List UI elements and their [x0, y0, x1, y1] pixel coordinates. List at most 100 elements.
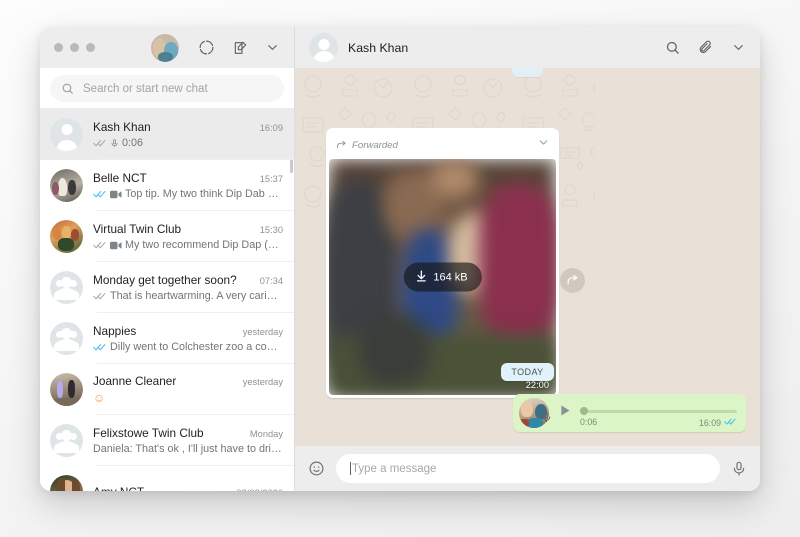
mic-icon[interactable]: [731, 461, 747, 477]
chat-name: Kash Khan: [93, 120, 151, 134]
chat-time: 15:37: [259, 174, 283, 184]
video-icon: [110, 190, 122, 199]
chat-time: 15:30: [259, 225, 283, 235]
chat-title: Kash Khan: [348, 40, 409, 55]
chat-panel: Kash Khan Forwarded 164 kB 22:00 TODAY 0…: [295, 27, 760, 491]
progress-bar: [580, 410, 737, 413]
avatar: [50, 220, 83, 253]
avatar: [50, 475, 83, 491]
chat-time: 08/03/2020: [230, 488, 283, 492]
mic-icon: [110, 138, 119, 149]
text-cursor: [350, 462, 351, 475]
message-menu-chevron-down-icon[interactable]: [537, 136, 550, 154]
mic-icon: [541, 411, 552, 429]
date-divider-label: TODAY: [501, 363, 554, 381]
contact-avatar[interactable]: [309, 33, 338, 62]
chat-time: yesterday: [242, 377, 283, 387]
image-message-bubble[interactable]: Forwarded 164 kB 22:00: [326, 128, 559, 398]
message-placeholder: Type a message: [352, 462, 437, 475]
chat-preview: That is heartwarming. A very caring ...: [110, 290, 283, 302]
chat-preview-emoji: ☺: [93, 391, 106, 405]
message-input[interactable]: Type a message: [336, 454, 720, 483]
read-ticks-icon: [93, 138, 107, 148]
avatar: [50, 373, 83, 406]
chat-preview: My two recommend Dip Dap (Ce...: [125, 239, 283, 251]
chat-name: Nappies: [93, 324, 137, 338]
chat-name: Monday get together soon?: [93, 273, 237, 287]
previous-date-divider: [295, 68, 760, 77]
chat-list-item-monday-get-together[interactable]: Monday get together soon? 07:34 That is …: [40, 262, 294, 313]
voice-progress-track[interactable]: 0:06 16:09: [580, 404, 737, 428]
avatar: [50, 424, 83, 457]
read-ticks-icon: [93, 291, 107, 301]
whatsapp-window: Search or start new chat Kash Khan 16:09: [40, 27, 760, 491]
sidebar-menu-chevron-down-icon[interactable]: [265, 40, 280, 55]
status-ring-icon[interactable]: [198, 39, 215, 56]
search-icon: [61, 82, 74, 95]
chat-name: Belle NCT: [93, 171, 147, 185]
chat-name: Amy NCT: [93, 485, 144, 492]
profile-avatar[interactable]: [151, 33, 179, 62]
search-input[interactable]: Search or start new chat: [50, 75, 284, 102]
avatar: [50, 169, 83, 202]
forwarded-header: Forwarded: [329, 131, 556, 159]
chat-list-item-virtual-twin-club[interactable]: Virtual Twin Club 15:30 My two recommend…: [40, 211, 294, 262]
download-size-label: 164 kB: [433, 271, 468, 283]
paperclip-icon[interactable]: [698, 40, 713, 55]
chat-preview: Top tip. My two think Dip Dab on ...: [125, 188, 283, 200]
chat-list-item-belle-nct[interactable]: Belle NCT 15:37 Top tip. My two think Di…: [40, 160, 294, 211]
search-placeholder: Search or start new chat: [83, 82, 208, 95]
page-root: Search or start new chat Kash Khan 16:09: [0, 0, 800, 537]
chat-time: Monday: [249, 429, 283, 439]
maximize-button[interactable]: [86, 43, 95, 52]
window-traffic-lights[interactable]: [54, 43, 95, 52]
read-ticks-icon: [93, 240, 107, 250]
new-chat-icon[interactable]: [232, 40, 248, 56]
date-divider-today: TODAY: [295, 363, 760, 381]
chat-header: Kash Khan: [295, 27, 760, 68]
avatar: [50, 271, 83, 304]
chat-time: 16:09: [259, 123, 283, 133]
chat-list-item-nappies[interactable]: Nappies yesterday Dilly went to Colchest…: [40, 313, 294, 364]
avatar: [50, 322, 83, 355]
minimize-button[interactable]: [70, 43, 79, 52]
chat-name: Felixstowe Twin Club: [93, 426, 204, 440]
play-icon[interactable]: [557, 403, 572, 423]
chat-preview: Daniela: That's ok , I'll just have to d…: [93, 443, 283, 455]
chat-preview: Dilly went to Colchester zoo a coupl...: [110, 341, 283, 353]
read-ticks-icon: [93, 342, 107, 352]
chat-list-item-felixstowe-twin-club[interactable]: Felixstowe Twin Club Monday Daniela: Tha…: [40, 415, 294, 466]
chat-list-item-joanne-cleaner[interactable]: Joanne Cleaner yesterday ☺: [40, 364, 294, 415]
read-ticks-icon: [724, 417, 737, 428]
forward-arrow-icon: [336, 140, 347, 151]
read-ticks-icon: [93, 189, 107, 199]
chat-preview: 0:06: [122, 137, 144, 149]
download-arrow-icon: [414, 269, 427, 285]
chat-time: 07:34: [259, 276, 283, 286]
image-timestamp: 22:00: [525, 380, 549, 390]
avatar: [50, 118, 83, 151]
message-composer: Type a message: [295, 446, 760, 491]
progress-knob[interactable]: [580, 407, 588, 415]
voice-message-bubble[interactable]: 0:06 16:09: [513, 394, 746, 432]
smiley-icon[interactable]: [308, 460, 325, 477]
chat-list-item-kash-khan[interactable]: Kash Khan 16:09 0:06: [40, 109, 294, 160]
close-button[interactable]: [54, 43, 63, 52]
chat-menu-chevron-down-icon[interactable]: [731, 40, 746, 55]
search-icon[interactable]: [665, 40, 680, 55]
download-button[interactable]: 164 kB: [403, 262, 482, 292]
sidebar: Search or start new chat Kash Khan 16:09: [40, 27, 295, 491]
chat-list-item-amy-nct[interactable]: Amy NCT 08/03/2020: [40, 466, 294, 491]
chat-list[interactable]: Kash Khan 16:09 0:06 Belle NCT 15:37 Top…: [40, 109, 294, 491]
video-icon: [110, 241, 122, 250]
search-bar: Search or start new chat: [40, 68, 294, 109]
forward-message-button[interactable]: [560, 268, 585, 293]
message-area[interactable]: Forwarded 164 kB 22:00 TODAY 0:06 16:09: [295, 68, 760, 446]
chat-name: Virtual Twin Club: [93, 222, 182, 236]
chat-name: Joanne Cleaner: [93, 374, 177, 388]
forwarded-label: Forwarded: [352, 139, 398, 151]
chat-time: yesterday: [242, 327, 283, 337]
voice-duration: 0:06: [580, 417, 598, 427]
sidebar-header: [40, 27, 294, 68]
message-image[interactable]: 164 kB 22:00: [329, 159, 556, 395]
